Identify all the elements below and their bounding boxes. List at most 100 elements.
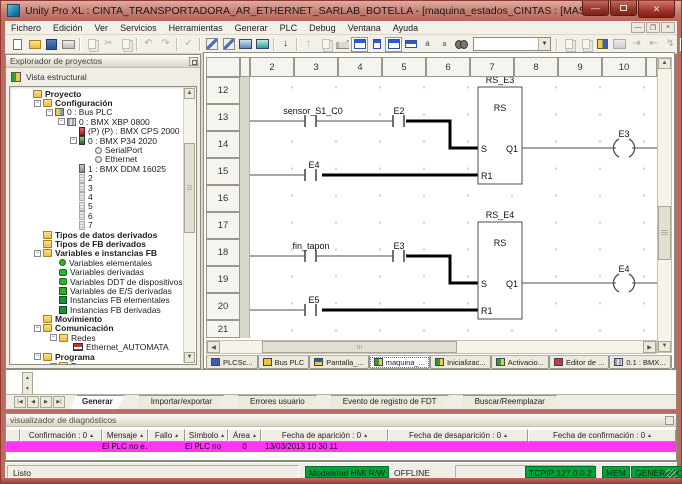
tree-item-p34[interactable]: −0 : BMX P34 2020 bbox=[12, 136, 182, 145]
doc-close-button[interactable]: × bbox=[661, 22, 675, 33]
watch-screen-icon[interactable] bbox=[611, 37, 628, 52]
editor-vertical-scrollbar[interactable]: ▲ ▼ bbox=[657, 57, 672, 353]
zoom-out-icon[interactable]: a bbox=[436, 37, 453, 52]
tree-item-tareas[interactable]: −Tareas bbox=[12, 361, 182, 364]
rs-block-1[interactable] bbox=[478, 87, 522, 184]
step-out-icon[interactable]: ↯ bbox=[662, 37, 679, 52]
col-area[interactable]: Área bbox=[228, 429, 261, 442]
download-icon[interactable]: ↓ bbox=[277, 37, 294, 52]
cut-icon[interactable]: ✂ bbox=[100, 37, 117, 52]
collapse-icon[interactable]: − bbox=[50, 363, 57, 364]
collapse-icon[interactable]: − bbox=[34, 250, 41, 257]
find-prev-icon[interactable] bbox=[577, 37, 594, 52]
redo-icon[interactable]: ↷ bbox=[157, 37, 174, 52]
tab-importar-exportar[interactable]: Importar/exportar bbox=[139, 395, 224, 409]
contact-label[interactable]: sensor_S1_C0 bbox=[283, 106, 343, 116]
menu-ventana[interactable]: Ventana bbox=[342, 23, 387, 33]
prev-tab-icon[interactable]: ◀ bbox=[27, 396, 39, 408]
data-editor-window-icon[interactable] bbox=[402, 37, 419, 52]
tab-generar[interactable]: Generar bbox=[70, 395, 125, 409]
tree-item-bus-plc[interactable]: −0 : Bus PLC bbox=[12, 108, 182, 117]
tree-item-ethernet[interactable]: Ethernet bbox=[12, 155, 182, 164]
col-fecha-desaparicion[interactable]: Fecha de desaparición : 0 bbox=[388, 429, 528, 442]
undo-icon[interactable]: ↶ bbox=[140, 37, 157, 52]
upload-icon[interactable]: ↑ bbox=[300, 37, 317, 52]
collapse-icon[interactable]: − bbox=[34, 100, 41, 107]
tree-item-movimiento[interactable]: Movimiento bbox=[12, 314, 182, 323]
tree-item-slot7[interactable]: 7 bbox=[12, 220, 182, 229]
tree-item-slot3[interactable]: 3 bbox=[12, 183, 182, 192]
breakpoint-icon[interactable] bbox=[594, 37, 611, 52]
step-over-icon[interactable]: ⇤ bbox=[645, 37, 662, 52]
tree-item-ethernet-automata[interactable]: Ethernet_AUTOMATA bbox=[12, 343, 182, 352]
menu-ver[interactable]: Ver bbox=[89, 23, 115, 33]
tree-item-comunicacion[interactable]: −Comunicación bbox=[12, 324, 182, 333]
tab-inicializacion[interactable]: Inicializac... bbox=[430, 356, 491, 369]
scroll-right-icon[interactable]: ▶ bbox=[643, 341, 656, 353]
structural-view-row[interactable]: Vista estructural bbox=[8, 70, 87, 84]
tree-item-ddm[interactable]: 1 : BMX DDM 16025 bbox=[12, 164, 182, 173]
fb-instance-label[interactable]: RS_E4 bbox=[486, 210, 515, 220]
coil-label[interactable]: E4 bbox=[618, 264, 629, 274]
ladder-canvas[interactable]: RS_E3 RS S Q1 R1 sensor_S1_C0 E2 E4 E3 bbox=[250, 77, 657, 338]
tree-item-slot2[interactable]: 2 bbox=[12, 174, 182, 183]
tree-item-tipos-datos[interactable]: Tipos de datos derivados bbox=[12, 230, 182, 239]
tree-item-tipos-fb[interactable]: Tipos de FB derivados bbox=[12, 239, 182, 248]
output-scrollbar[interactable]: ▲▼ bbox=[22, 372, 33, 396]
menu-edicion[interactable]: Edición bbox=[47, 23, 89, 33]
menu-servicios[interactable]: Servicios bbox=[114, 23, 163, 33]
col-simbolo[interactable]: Símbolo bbox=[185, 429, 228, 442]
tab-editor-datos[interactable]: Editor de ... bbox=[549, 356, 609, 369]
scroll-left-icon[interactable]: ◀ bbox=[207, 341, 220, 353]
search-icon[interactable] bbox=[453, 37, 470, 52]
next-tab-icon[interactable]: ▶ bbox=[40, 396, 52, 408]
new-project-icon[interactable] bbox=[9, 37, 26, 52]
scroll-down-icon[interactable]: ▼ bbox=[658, 341, 671, 352]
contact-label[interactable]: fin_tapon bbox=[292, 241, 329, 251]
col-fallo[interactable]: Fallo bbox=[148, 429, 185, 442]
close-button[interactable]: ✕ bbox=[638, 1, 675, 18]
doc-restore-button[interactable]: ❐ bbox=[646, 22, 660, 33]
menu-herramientas[interactable]: Herramientas bbox=[163, 23, 229, 33]
analyze-project-icon[interactable] bbox=[203, 37, 220, 52]
chevron-down-icon[interactable]: ▼ bbox=[538, 38, 550, 50]
tree-item-serialport[interactable]: SerialPort bbox=[12, 145, 182, 154]
tree-item-slot5[interactable]: 5 bbox=[12, 202, 182, 211]
tree-item-redes[interactable]: −Redes bbox=[12, 333, 182, 342]
collapse-icon[interactable]: − bbox=[34, 353, 41, 360]
contact-label[interactable]: E2 bbox=[393, 106, 404, 116]
collapse-icon[interactable]: − bbox=[50, 334, 57, 341]
tree-scrollbar[interactable]: ▲ ▼ bbox=[183, 88, 195, 363]
scroll-up-icon[interactable]: ▲ bbox=[184, 88, 195, 99]
menu-debug[interactable]: Debug bbox=[303, 23, 342, 33]
panel-pin-button[interactable] bbox=[189, 57, 198, 66]
collapse-icon[interactable]: − bbox=[70, 137, 77, 144]
rs-block-2[interactable] bbox=[478, 222, 522, 319]
first-tab-icon[interactable]: |◀ bbox=[14, 396, 26, 408]
menu-fichero[interactable]: Fichero bbox=[5, 23, 47, 33]
tab-errores-usuario[interactable]: Errores usuario bbox=[238, 395, 317, 409]
paste-icon[interactable] bbox=[117, 37, 134, 52]
coil-label[interactable]: E3 bbox=[618, 129, 629, 139]
print-icon[interactable] bbox=[60, 37, 77, 52]
tree-item-var-es[interactable]: Variables de E/S derivadas bbox=[12, 286, 182, 295]
col-fecha-aparicion[interactable]: Fecha de aparición : 0 bbox=[261, 429, 388, 442]
tree-item-inst-fb-elem[interactable]: Instancias FB elementales bbox=[12, 296, 182, 305]
tab-activacion[interactable]: Activacio... bbox=[491, 356, 549, 369]
contact-label[interactable]: E5 bbox=[308, 295, 319, 305]
col-mensaje[interactable]: Mensaje bbox=[102, 429, 148, 442]
copy-icon[interactable] bbox=[83, 37, 100, 52]
open-project-icon[interactable] bbox=[26, 37, 43, 52]
scroll-up-icon[interactable]: ▲ bbox=[658, 58, 671, 69]
tab-maquina[interactable]: maquina_... bbox=[369, 356, 430, 369]
tree-item-rack[interactable]: −0 : BMX XBP 0800 bbox=[12, 117, 182, 126]
build-project-icon[interactable] bbox=[334, 37, 351, 52]
contact-label[interactable]: E3 bbox=[393, 241, 404, 251]
tree-item-var-derivadas[interactable]: Variables derivadas bbox=[12, 267, 182, 276]
tab-buscar-reemplazar[interactable]: Buscar/Reemplazar bbox=[463, 395, 557, 409]
contact-label[interactable]: E4 bbox=[308, 160, 319, 170]
simulator-icon[interactable] bbox=[254, 37, 271, 52]
save-icon[interactable] bbox=[43, 37, 60, 52]
tree-item-cps[interactable]: (P) (P) : BMX CPS 2000 bbox=[12, 127, 182, 136]
search-input[interactable] bbox=[474, 38, 534, 50]
